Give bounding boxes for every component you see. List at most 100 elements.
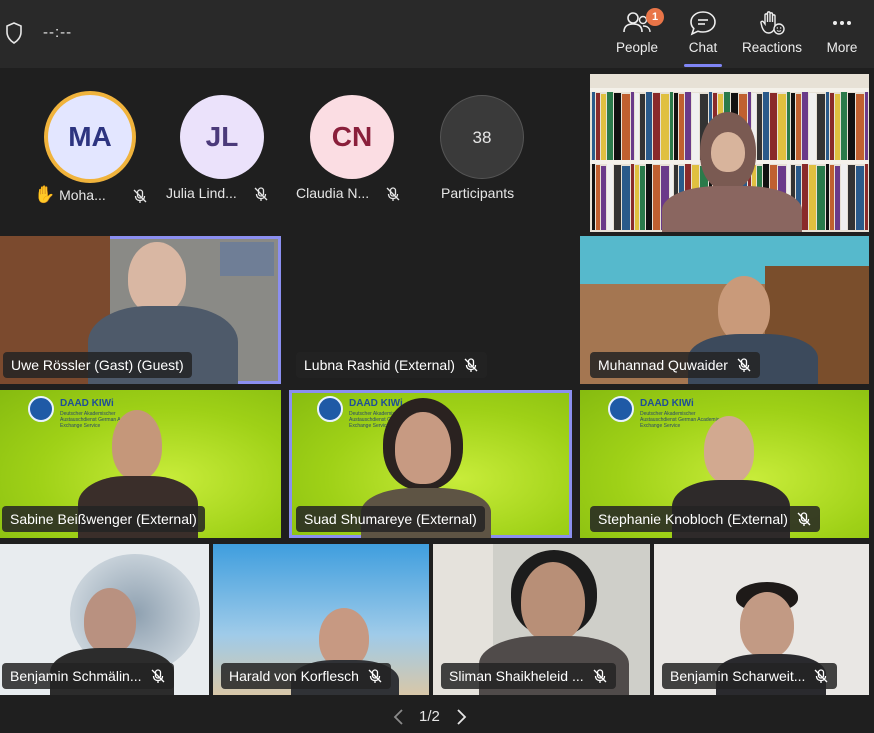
mic-off-icon [368, 669, 382, 683]
avatar-strip: MA ✋ Moha... JL Julia Lind... CN Claudia… [0, 68, 590, 234]
book-spine [809, 165, 816, 230]
book-spine [841, 164, 847, 230]
book-spine [830, 93, 834, 160]
participant-body [662, 186, 802, 232]
meeting-toolbar: --:-- 1 People Chat Reactions More [0, 0, 874, 68]
participant-name-label: Harald von Korflesch [221, 663, 391, 689]
video-tile[interactable]: DAAD KIWi Deutscher Akademischer Austaus… [0, 390, 281, 538]
participant-face [521, 562, 585, 642]
video-tile[interactable]: Harald von Korflesch [213, 544, 429, 695]
book-spine [848, 165, 855, 230]
daad-logo-icon [608, 396, 634, 422]
book-spine [592, 92, 595, 160]
page-indicator: 1/2 [419, 708, 440, 725]
participant-name-label: Benjamin Schmälin... [2, 663, 174, 689]
mic-off-icon [464, 358, 478, 372]
video-tile[interactable]: Benjamin Scharweit... [654, 544, 869, 695]
participant-face [704, 416, 754, 484]
chat-selected-indicator [684, 64, 722, 67]
participant-name-label: Suad Shumareye (External) [296, 506, 485, 532]
video-tile[interactable]: Muhannad Quwaider [580, 236, 869, 384]
book-spine [640, 166, 645, 230]
book-spine [661, 94, 669, 160]
video-tile[interactable]: Sliman Shaikheleid ... [433, 544, 650, 695]
book-spine [802, 164, 808, 230]
mic-off-icon [814, 669, 828, 683]
participant-name-label: Lubna Rashid (External) [296, 352, 487, 378]
book-spine [622, 94, 630, 160]
shield-icon[interactable] [5, 22, 23, 44]
book-spine [653, 165, 660, 230]
chat-button[interactable]: Chat [680, 6, 726, 64]
chat-label: Chat [688, 40, 718, 55]
people-label: People [615, 40, 659, 55]
participant-face [718, 276, 770, 342]
video-tile[interactable]: Lubna Rashid (External) [289, 236, 572, 384]
chevron-right-icon[interactable] [454, 708, 468, 726]
participant-name-label: Benjamin Scharweit... [662, 663, 838, 689]
video-tile[interactable]: Uwe Rössler (Gast) (Guest) [0, 236, 281, 384]
book-spine [817, 94, 825, 160]
book-spine [670, 92, 673, 160]
daad-logo-icon [28, 396, 54, 422]
mic-off-icon [593, 669, 607, 683]
participants-label: Participants [441, 185, 515, 201]
avatar[interactable]: JL [180, 95, 264, 179]
book-spine [835, 94, 840, 160]
book-spine [596, 93, 600, 160]
video-tile[interactable]: Benjamin Schmälin... [0, 544, 209, 695]
people-count-badge: 1 [646, 8, 664, 26]
book-spine [841, 92, 847, 160]
video-tile-featured[interactable] [590, 74, 869, 232]
book-spine [674, 93, 678, 160]
reactions-label: Reactions [741, 40, 803, 55]
participant-face [319, 608, 369, 668]
mic-off-icon [151, 669, 164, 683]
book-spine [865, 164, 868, 230]
participant-face [395, 412, 451, 484]
daad-title: DAAD KIWi [640, 398, 694, 409]
book-spine [635, 165, 639, 230]
avatar-name: Julia Lind... [166, 185, 269, 202]
book-spine [601, 166, 606, 230]
more-button[interactable]: More [822, 6, 862, 64]
book-spine [763, 92, 769, 160]
reactions-button[interactable]: Reactions [738, 6, 806, 64]
book-spine [770, 93, 777, 160]
avatar[interactable]: CN [310, 95, 394, 179]
mic-off-icon [254, 187, 268, 202]
book-spine [646, 92, 652, 160]
participant-name-label: Sabine Beißwenger (External) [2, 506, 205, 532]
book-spine [601, 94, 606, 160]
chevron-left-icon[interactable] [392, 708, 406, 726]
participants-count-circle[interactable]: 38 [440, 95, 524, 179]
book-spine [848, 93, 855, 160]
more-label: More [826, 40, 858, 55]
video-tile[interactable]: DAAD KIWi Deutscher Akademischer Austaus… [289, 390, 572, 538]
avatar-name: ✋ Moha... [34, 185, 148, 205]
people-button[interactable]: 1 People [612, 6, 664, 64]
avatar-name: Claudia N... [296, 185, 401, 202]
book-spine [607, 164, 613, 230]
chat-icon [690, 11, 716, 36]
book-spine [802, 92, 808, 160]
book-spine [635, 93, 639, 160]
book-spine [817, 166, 825, 230]
daad-title: DAAD KIWi [60, 398, 114, 409]
participant-name-label: Sliman Shaikheleid ... [441, 663, 616, 689]
book-spine [856, 94, 864, 160]
video-tile[interactable]: DAAD KIWi Deutscher Akademischer Austaus… [580, 390, 869, 538]
book-spine [685, 92, 691, 160]
avatar[interactable]: MA [48, 95, 132, 179]
book-spine [757, 94, 762, 160]
book-spine [622, 166, 630, 230]
raise-hand-icon [760, 11, 785, 35]
book-spine [592, 164, 595, 230]
book-spine [835, 166, 840, 230]
book-spine [796, 94, 801, 160]
book-spine [614, 165, 621, 230]
book-spine [826, 164, 829, 230]
book-spine [631, 164, 634, 230]
mic-off-icon [386, 187, 400, 202]
gallery-pager: 1/2 [0, 698, 874, 733]
